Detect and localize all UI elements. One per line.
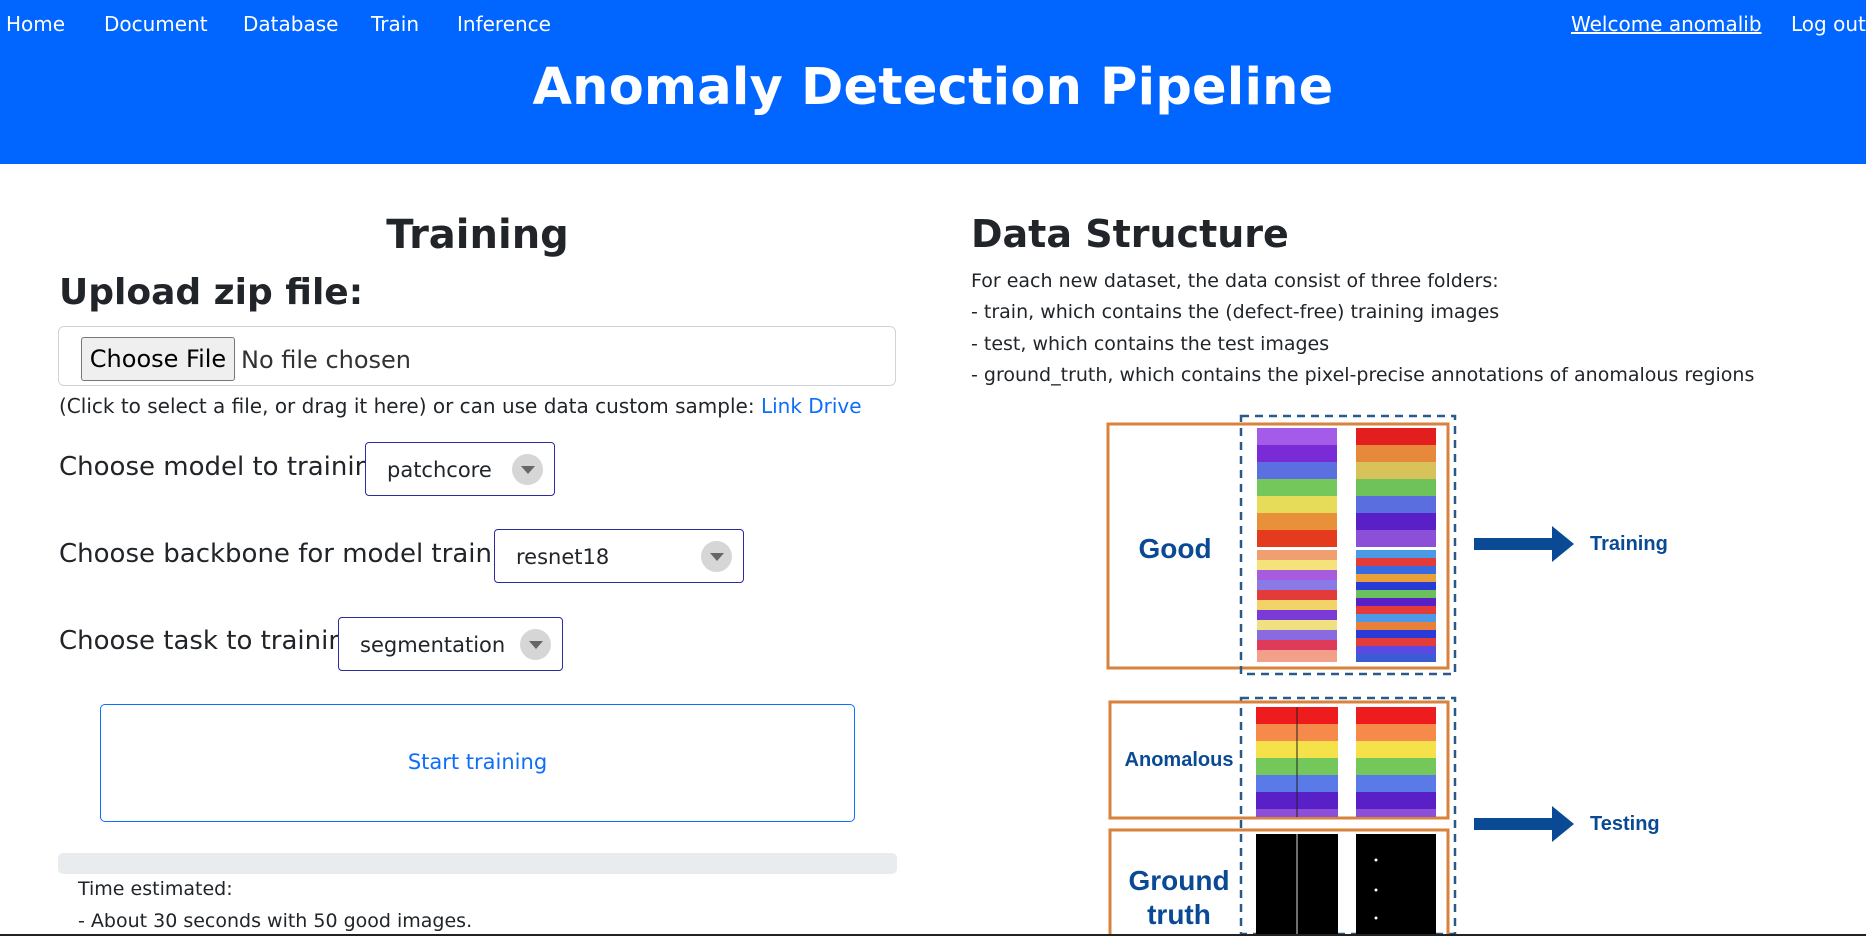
- header-bar: Home Document Database Train Inference W…: [0, 0, 1866, 164]
- nav-logout[interactable]: Log out: [1791, 12, 1866, 36]
- chevron-down-icon: [520, 629, 551, 660]
- data-structure-line: - ground_truth, which contains the pixel…: [971, 364, 1755, 386]
- nav-train[interactable]: Train: [371, 12, 419, 36]
- data-structure-line: - train, which contains the (defect-free…: [971, 301, 1500, 323]
- data-structure-diagram: Good Training Anomalous Ground truth Tes…: [1106, 414, 1668, 934]
- data-structure-heading: Data Structure: [971, 212, 1289, 256]
- backbone-select[interactable]: resnet18: [494, 529, 744, 583]
- file-upload-input[interactable]: Choose File No file chosen: [58, 326, 896, 386]
- chevron-down-icon: [701, 541, 732, 572]
- label-testing: Testing: [1590, 813, 1660, 835]
- nav-document[interactable]: Document: [104, 12, 208, 36]
- page-title: Anomaly Detection Pipeline: [532, 58, 1334, 117]
- upload-heading: Upload zip file:: [59, 272, 364, 313]
- arrow-right-icon: [1474, 806, 1574, 842]
- nav-welcome-user[interactable]: Welcome anomalib: [1571, 12, 1762, 36]
- label-truth: truth: [1147, 899, 1211, 930]
- choose-file-button[interactable]: Choose File: [81, 337, 235, 381]
- model-select-value: patchcore: [387, 458, 492, 482]
- task-label: Choose task to training:: [59, 626, 371, 656]
- label-good: Good: [1138, 533, 1211, 564]
- anomalous-image-1: [1256, 707, 1338, 817]
- good-image-3: [1257, 550, 1337, 662]
- anomalous-image-2: [1356, 707, 1436, 817]
- training-heading: Training: [386, 212, 569, 258]
- model-label: Choose model to training:: [59, 452, 397, 482]
- backbone-label: Choose backbone for model training:: [59, 539, 541, 569]
- nav-inference[interactable]: Inference: [457, 12, 551, 36]
- label-training: Training: [1590, 533, 1668, 555]
- task-select[interactable]: segmentation: [338, 617, 563, 671]
- backbone-select-value: resnet18: [516, 545, 610, 569]
- time-estimated-title: Time estimated:: [78, 878, 233, 900]
- upload-hint: (Click to select a file, or drag it here…: [59, 394, 862, 418]
- label-ground: Ground: [1128, 865, 1229, 896]
- task-select-value: segmentation: [360, 633, 506, 657]
- data-structure-line: - test, which contains the test images: [971, 333, 1330, 355]
- ground-truth-image-2: [1356, 834, 1436, 934]
- good-image-4: [1356, 550, 1436, 662]
- data-structure-line: For each new dataset, the data consist o…: [971, 270, 1499, 292]
- nav-database[interactable]: Database: [243, 12, 338, 36]
- good-image-1: [1257, 428, 1337, 547]
- training-progress-bar: [58, 853, 897, 874]
- label-anomalous: Anomalous: [1125, 749, 1234, 771]
- start-training-button[interactable]: Start training: [100, 704, 855, 822]
- time-estimated-line: - About 30 seconds with 50 good images.: [78, 910, 473, 932]
- link-drive[interactable]: Link Drive: [761, 394, 862, 418]
- upload-hint-text: (Click to select a file, or drag it here…: [59, 394, 755, 418]
- good-image-2: [1356, 428, 1436, 547]
- model-select[interactable]: patchcore: [365, 442, 555, 496]
- nav-home[interactable]: Home: [6, 12, 65, 36]
- chevron-down-icon: [512, 454, 543, 485]
- ground-truth-image-1: [1256, 834, 1338, 934]
- file-status-text: No file chosen: [241, 346, 412, 374]
- arrow-right-icon: [1474, 526, 1574, 562]
